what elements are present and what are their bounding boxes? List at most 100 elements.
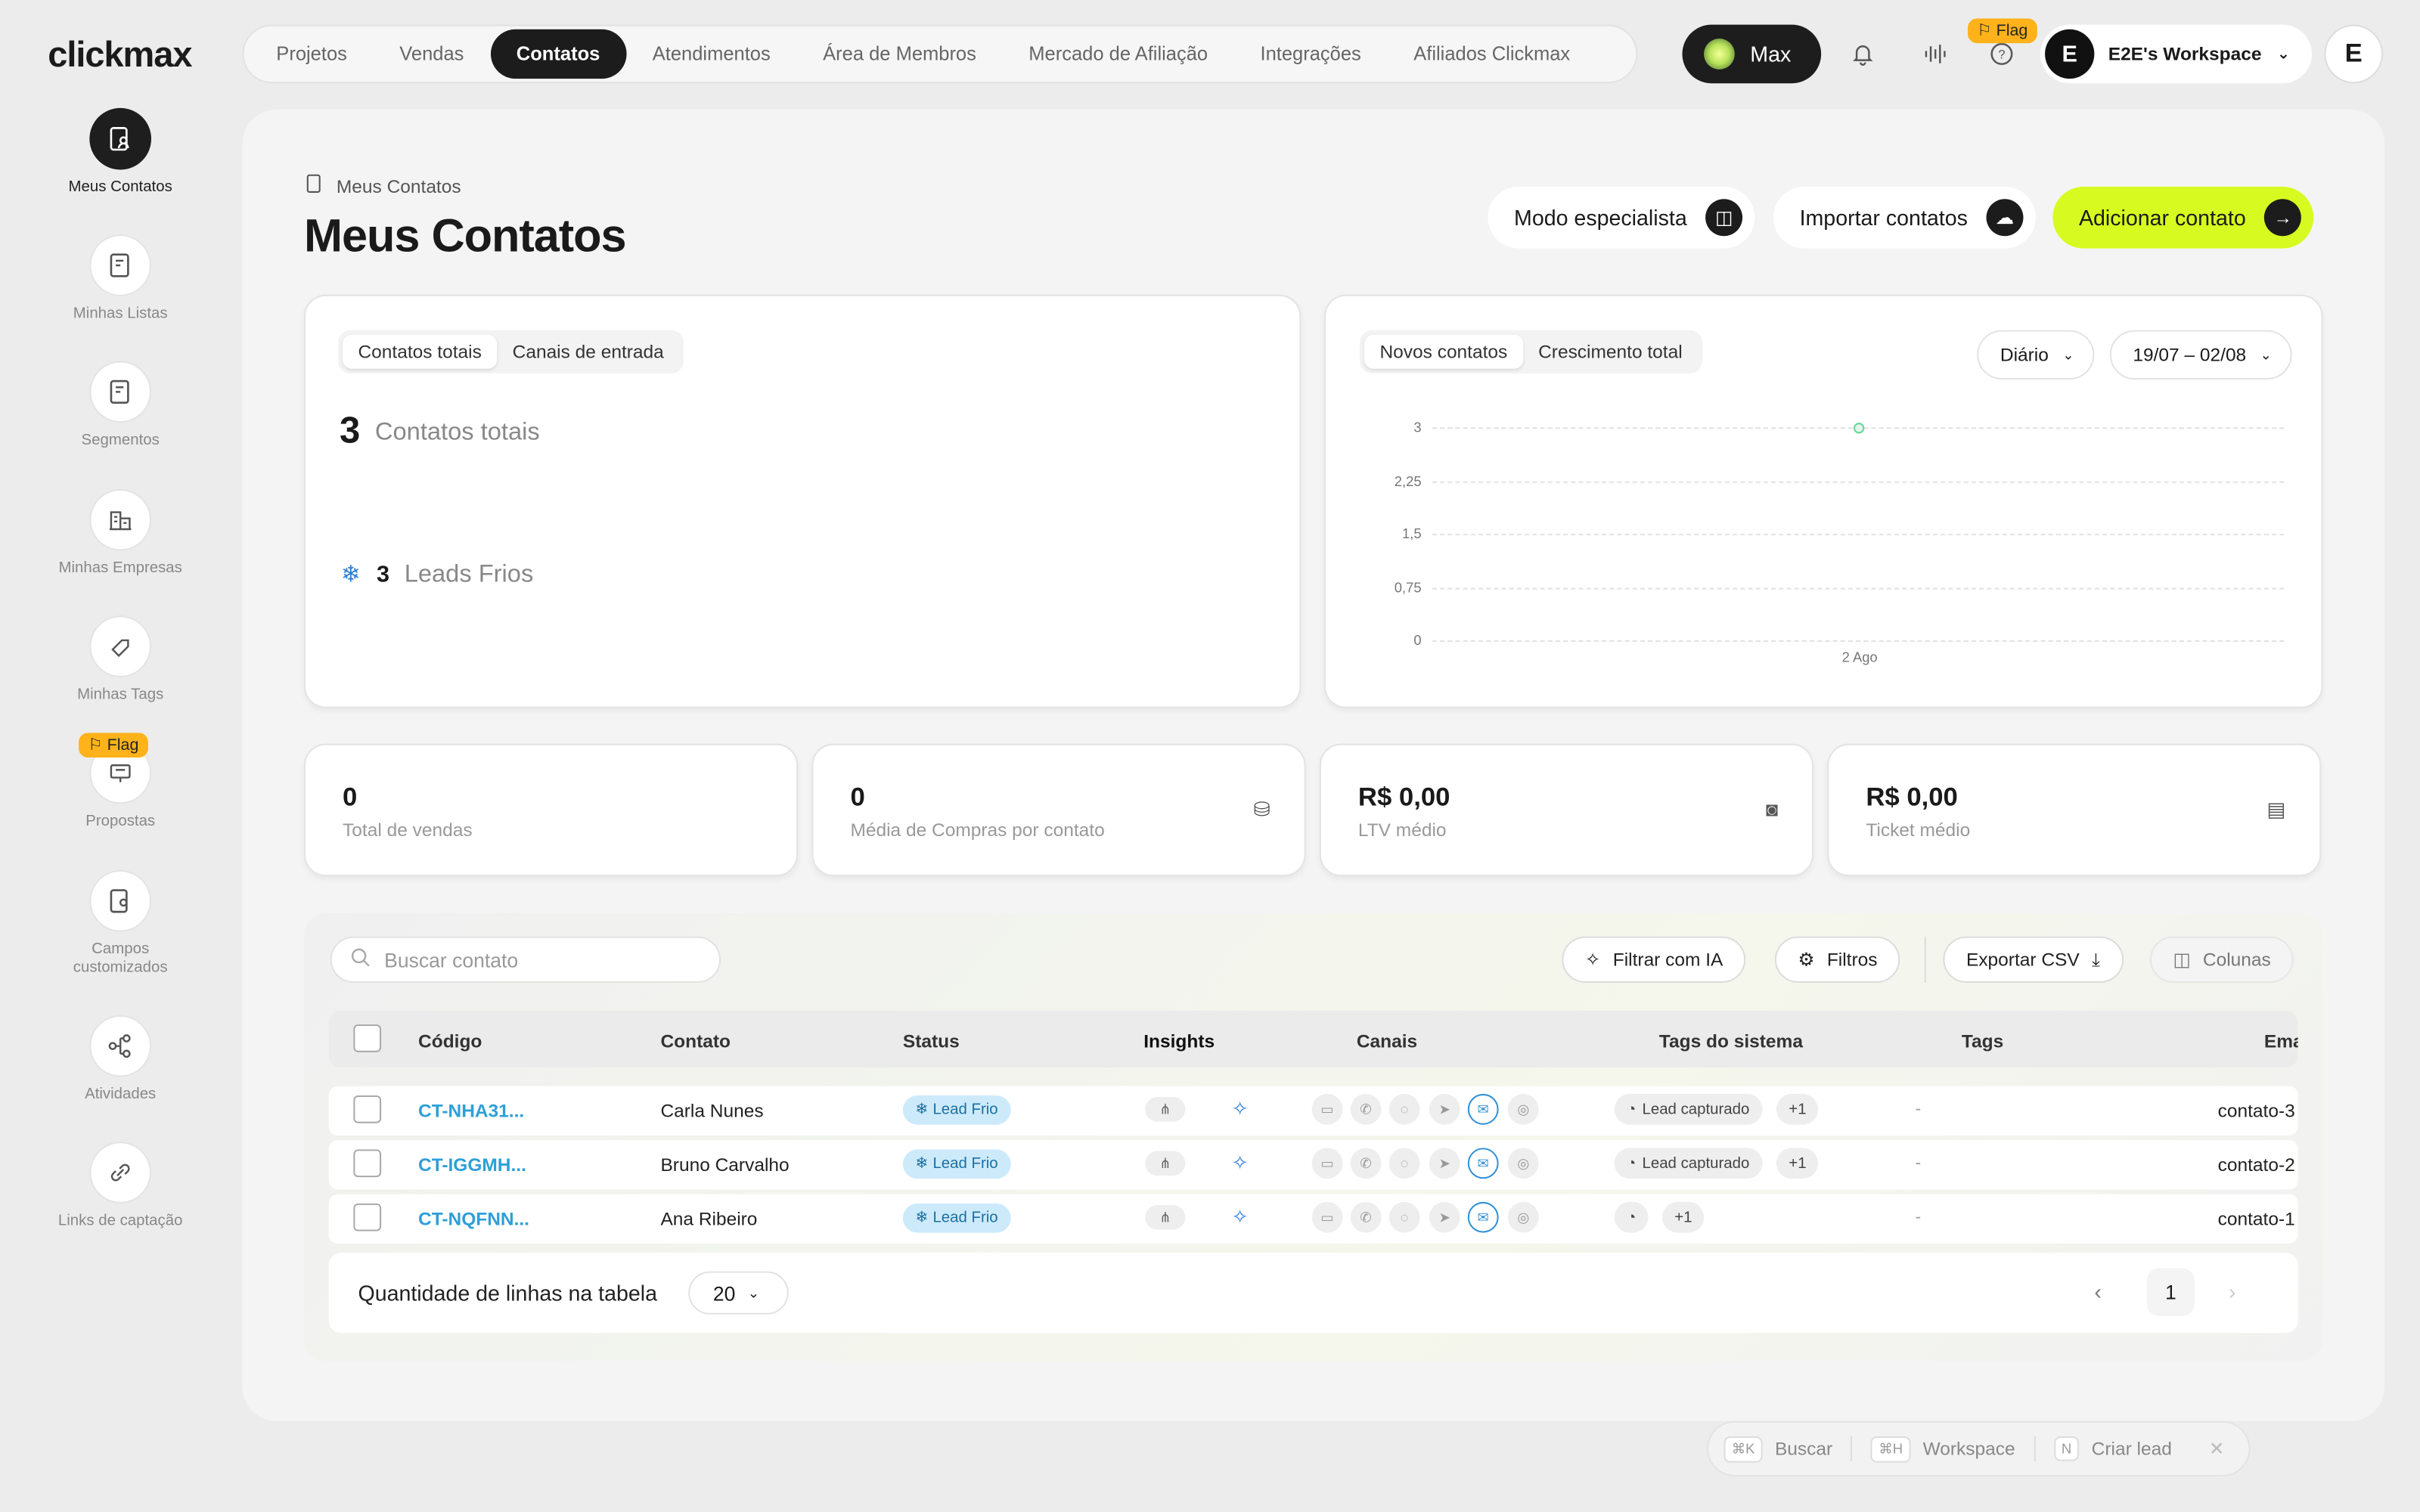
next-page-icon[interactable]: › bbox=[2229, 1279, 2236, 1304]
ai-sparkle-icon[interactable]: ✧ bbox=[1232, 1151, 1249, 1176]
stat-card-total-vendas: 0 Total de vendas bbox=[304, 743, 799, 877]
data-point[interactable] bbox=[1854, 422, 1865, 433]
receipt-icon: ▤ bbox=[2266, 798, 2286, 821]
tab-crescimento-total[interactable]: Crescimento total bbox=[1523, 335, 1698, 369]
user-money-icon: ◙ bbox=[1765, 798, 1779, 821]
sidebar-item-campos-customizados[interactable]: Campos customizados bbox=[0, 870, 240, 978]
y-tick-label: 2,25 bbox=[1394, 473, 1422, 489]
insights-tree-icon[interactable]: ⋔ bbox=[1145, 1151, 1186, 1176]
workspace-selector[interactable]: E E2E's Workspace ⌄ bbox=[2040, 24, 2313, 84]
whatsapp-channel-icon[interactable]: ◌ bbox=[1388, 1201, 1420, 1233]
sidebar-item-segmentos[interactable]: Segmentos bbox=[0, 361, 240, 451]
col-tags[interactable]: Tags bbox=[1962, 1030, 2003, 1052]
sidebar-item-minhas-empresas[interactable]: Minhas Empresas bbox=[0, 488, 240, 578]
more-tags-badge[interactable]: +1 bbox=[1776, 1093, 1819, 1125]
filters-button[interactable]: ⚙ Filtros bbox=[1774, 936, 1901, 983]
col-email[interactable]: Ema bbox=[2264, 1030, 2298, 1052]
shortcut-buscar[interactable]: Buscar bbox=[1775, 1438, 1832, 1460]
close-icon[interactable]: ✕ bbox=[2209, 1438, 2225, 1460]
columns-button[interactable]: ◫ Colunas bbox=[2149, 936, 2294, 983]
y-tick-label: 0 bbox=[1413, 632, 1422, 649]
add-contact-button[interactable]: Adicionar contato → bbox=[2052, 186, 2314, 249]
email-channel-icon[interactable]: ✉ bbox=[1467, 1093, 1499, 1125]
snowflake-icon: ❄ bbox=[341, 561, 361, 588]
audio-wave-icon[interactable] bbox=[1922, 40, 1950, 68]
sidebar-item-meus-contatos[interactable]: Meus Contatos bbox=[0, 107, 240, 197]
chevron-down-icon: ⌄ bbox=[747, 1284, 760, 1300]
col-codigo[interactable]: Código bbox=[418, 1030, 482, 1052]
shortcut-workspace[interactable]: Workspace bbox=[1923, 1438, 2015, 1460]
export-csv-button[interactable]: Exportar CSV ⤓ bbox=[1943, 936, 2124, 983]
tab-projetos[interactable]: Projetos bbox=[250, 29, 374, 79]
tab-mercado-afiliacao[interactable]: Mercado de Afiliação bbox=[1003, 29, 1234, 79]
tab-vendas[interactable]: Vendas bbox=[374, 29, 491, 79]
sidebar-item-atividades[interactable]: Atividades bbox=[0, 1015, 240, 1105]
columns-icon: ◫ bbox=[1705, 199, 1743, 237]
tab-contatos[interactable]: Contatos bbox=[490, 29, 627, 79]
row-checkbox[interactable] bbox=[353, 1203, 382, 1232]
phone-channel-icon[interactable]: ✆ bbox=[1350, 1093, 1382, 1125]
download-icon: ⤓ bbox=[2092, 948, 2100, 970]
tab-contatos-totais[interactable]: Contatos totais bbox=[343, 334, 498, 369]
tab-integracoes[interactable]: Integrações bbox=[1234, 29, 1388, 79]
tab-atendimentos[interactable]: Atendimentos bbox=[626, 29, 796, 79]
import-contacts-button[interactable]: Importar contatos ☁ bbox=[1773, 186, 2036, 249]
contact-code-link[interactable]: CT-NQFNN... bbox=[418, 1208, 529, 1230]
tab-area-membros[interactable]: Área de Membros bbox=[796, 29, 1002, 79]
col-contato[interactable]: Contato bbox=[660, 1030, 731, 1052]
col-canais[interactable]: Canais bbox=[1357, 1030, 1417, 1052]
tab-canais-entrada[interactable]: Canais de entrada bbox=[497, 335, 679, 369]
whatsapp-channel-icon[interactable]: ◌ bbox=[1388, 1148, 1420, 1179]
chat-channel-icon[interactable]: ▭ bbox=[1311, 1201, 1343, 1233]
contact-code-link[interactable]: CT-IGGMH... bbox=[418, 1154, 526, 1176]
shortcut-criar-lead[interactable]: Criar lead bbox=[2092, 1438, 2172, 1460]
phone-channel-icon[interactable]: ✆ bbox=[1350, 1201, 1382, 1233]
instagram-channel-icon[interactable]: ◎ bbox=[1507, 1093, 1539, 1125]
page-number[interactable]: 1 bbox=[2146, 1268, 2195, 1316]
date-range-dropdown[interactable]: 19/07 – 02/08 ⌄ bbox=[2109, 330, 2292, 380]
ai-filter-button[interactable]: ✧ Filtrar com IA bbox=[1562, 936, 1746, 983]
sidebar-item-minhas-listas[interactable]: Minhas Listas bbox=[0, 234, 240, 324]
whatsapp-channel-icon[interactable]: ◌ bbox=[1388, 1093, 1420, 1125]
email-channel-icon[interactable]: ✉ bbox=[1467, 1148, 1499, 1179]
divider bbox=[1851, 1436, 1853, 1461]
sidebar-item-minhas-tags[interactable]: Minhas Tags bbox=[0, 615, 240, 705]
tab-novos-contatos[interactable]: Novos contatos bbox=[1364, 334, 1523, 369]
bell-icon[interactable] bbox=[1849, 40, 1877, 68]
expert-mode-button[interactable]: Modo especialista ◫ bbox=[1488, 186, 1755, 249]
telegram-channel-icon[interactable]: ➤ bbox=[1429, 1093, 1460, 1125]
sidebar-item-links-captacao[interactable]: Links de captação bbox=[0, 1142, 240, 1231]
workspace-name: E2E's Workspace bbox=[2108, 43, 2262, 65]
prev-page-icon[interactable]: ‹ bbox=[2094, 1279, 2102, 1304]
period-dropdown[interactable]: Diário ⌄ bbox=[1977, 330, 2095, 380]
more-tags-badge[interactable]: +1 bbox=[1661, 1201, 1705, 1233]
instagram-channel-icon[interactable]: ◎ bbox=[1507, 1201, 1539, 1233]
help-icon[interactable]: ? bbox=[1988, 40, 2016, 68]
phone-channel-icon[interactable]: ✆ bbox=[1350, 1148, 1382, 1179]
email-channel-icon[interactable]: ✉ bbox=[1467, 1201, 1499, 1233]
shortcut-key: ⌘H bbox=[1871, 1435, 1911, 1462]
max-assistant-button[interactable]: Max bbox=[1682, 24, 1822, 84]
insights-tree-icon[interactable]: ⋔ bbox=[1145, 1204, 1186, 1230]
tab-afiliados[interactable]: Afiliados Clickmax bbox=[1388, 29, 1596, 79]
ai-sparkle-icon[interactable]: ✧ bbox=[1232, 1205, 1249, 1230]
row-checkbox[interactable] bbox=[353, 1149, 382, 1178]
chat-channel-icon[interactable]: ▭ bbox=[1311, 1148, 1343, 1179]
col-status[interactable]: Status bbox=[903, 1030, 960, 1052]
insights-tree-icon[interactable]: ⋔ bbox=[1145, 1097, 1186, 1122]
select-all-checkbox[interactable] bbox=[353, 1024, 382, 1052]
contact-code-link[interactable]: CT-NHA31... bbox=[418, 1100, 524, 1122]
row-checkbox[interactable] bbox=[353, 1095, 382, 1123]
instagram-channel-icon[interactable]: ◎ bbox=[1507, 1148, 1539, 1179]
search-input[interactable]: Buscar contato bbox=[330, 936, 721, 983]
telegram-channel-icon[interactable]: ➤ bbox=[1429, 1148, 1460, 1179]
max-label: Max bbox=[1750, 42, 1792, 67]
col-tags-sistema[interactable]: Tags do sistema bbox=[1659, 1030, 1803, 1052]
user-avatar[interactable]: E bbox=[2324, 24, 2383, 84]
rows-per-page-select[interactable]: 20 ⌄ bbox=[688, 1271, 789, 1315]
ai-sparkle-icon[interactable]: ✧ bbox=[1232, 1097, 1249, 1122]
chat-channel-icon[interactable]: ▭ bbox=[1311, 1093, 1343, 1125]
telegram-channel-icon[interactable]: ➤ bbox=[1429, 1201, 1460, 1233]
col-insights[interactable]: Insights bbox=[1143, 1030, 1215, 1052]
more-tags-badge[interactable]: +1 bbox=[1776, 1148, 1819, 1179]
